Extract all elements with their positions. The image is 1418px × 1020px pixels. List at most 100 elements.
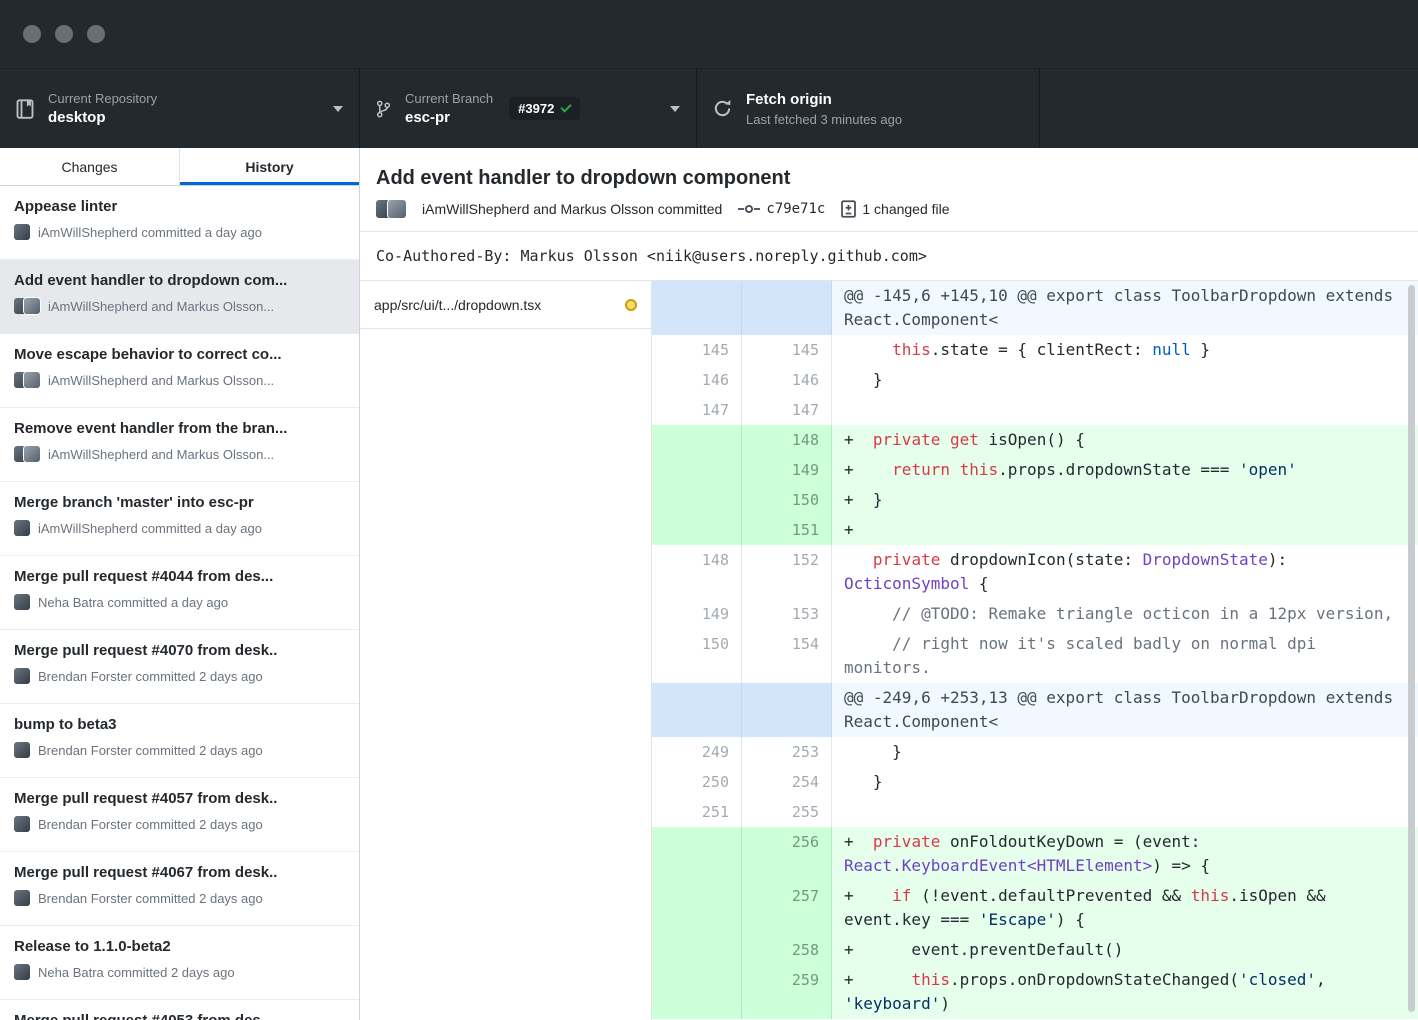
diff-line-row: 149153 // @TODO: Remake triangle octicon… [652, 599, 1418, 629]
diff-code-line: + return this.props.dropdownState === 'o… [832, 455, 1418, 485]
commit-meta-text: iAmWillShepherd committed a day ago [38, 225, 262, 240]
diff-code-line [832, 395, 1418, 425]
new-line-number: 253 [742, 737, 832, 767]
diff-code-line: + [832, 515, 1418, 545]
avatar-stack [14, 298, 40, 314]
commit-summary: Merge branch 'master' into esc-pr [14, 493, 345, 513]
avatar [14, 890, 30, 906]
history-commit-item[interactable]: Remove event handler from the bran...iAm… [0, 408, 359, 482]
new-line-number: 148 [742, 425, 832, 455]
history-commit-item[interactable]: Move escape behavior to correct co...iAm… [0, 334, 359, 408]
commit-meta-text: Brendan Forster committed 2 days ago [38, 817, 263, 832]
old-line-number [652, 827, 742, 881]
history-commit-item[interactable]: Add event handler to dropdown com...iAmW… [0, 260, 359, 334]
old-line-number [652, 935, 742, 965]
history-commit-item[interactable]: Merge branch 'master' into esc-priAmWill… [0, 482, 359, 556]
sidebar: Changes History Appease linteriAmWillShe… [0, 148, 360, 1020]
commit-meta-text: Neha Batra committed a day ago [38, 595, 228, 610]
diff-hunk-row: @@ -249,6 +253,13 @@ export class Toolba… [652, 683, 1418, 737]
history-commit-item[interactable]: Appease linteriAmWillShepherd committed … [0, 186, 359, 260]
avatar [14, 594, 30, 610]
history-commit-item[interactable]: Merge pull request #4044 from des...Neha… [0, 556, 359, 630]
commit-header: Add event handler to dropdown component … [360, 148, 1418, 232]
minimize-button[interactable] [55, 25, 73, 43]
commit-meta-text: iAmWillShepherd and Markus Olsson... [48, 447, 274, 462]
pull-request-badge: #3972 [509, 97, 580, 120]
file-list-item[interactable]: app/src/ui/t.../dropdown.tsx [360, 281, 651, 329]
avatar [14, 742, 30, 758]
commit-meta-text: iAmWillShepherd and Markus Olsson... [48, 299, 274, 314]
avatar-stack [14, 372, 40, 388]
avatar-stack [14, 890, 30, 906]
diff-view: @@ -145,6 +145,10 @@ export class Toolba… [652, 281, 1418, 1020]
tab-history[interactable]: History [179, 148, 359, 185]
diff-hunk-row: @@ -145,6 +145,10 @@ export class Toolba… [652, 281, 1418, 335]
history-commit-item[interactable]: Merge pull request #4070 from desk..Bren… [0, 630, 359, 704]
chevron-down-icon [670, 106, 680, 112]
diff-line-row: 251255 [652, 797, 1418, 827]
diff-code-line: } [832, 737, 1418, 767]
commit-meta-text: Neha Batra committed 2 days ago [38, 965, 235, 980]
history-commit-item[interactable]: Merge pull request #4067 from desk..Bren… [0, 852, 359, 926]
commit-meta: Brendan Forster committed 2 days ago [14, 816, 345, 832]
close-button[interactable] [23, 25, 41, 43]
tab-changes[interactable]: Changes [0, 148, 179, 185]
commit-summary: bump to beta3 [14, 715, 345, 735]
history-commit-item[interactable]: Release to 1.1.0-beta2Neha Batra committ… [0, 926, 359, 1000]
new-line-number: 258 [742, 935, 832, 965]
new-line-number: 152 [742, 545, 832, 599]
commit-meta: Brendan Forster committed 2 days ago [14, 668, 345, 684]
pull-request-number: #3972 [518, 101, 554, 116]
old-line-number: 149 [652, 599, 742, 629]
commit-sha-group: c79e71c [738, 201, 825, 217]
history-commit-item[interactable]: bump to beta3Brendan Forster committed 2… [0, 704, 359, 778]
commit-meta: iAmWillShepherd and Markus Olsson... [14, 446, 345, 462]
diff-code-line: + private onFoldoutKeyDown = (event: Rea… [832, 827, 1418, 881]
zoom-button[interactable] [87, 25, 105, 43]
old-line-number: 251 [652, 797, 742, 827]
diff-code-line: } [832, 365, 1418, 395]
commit-title: Add event handler to dropdown component [376, 165, 1402, 191]
file-path: app/src/ui/t.../dropdown.tsx [374, 297, 541, 313]
commit-authors: iAmWillShepherd and Markus Olsson commit… [422, 201, 722, 217]
diff-code-line: // right now it's scaled badly on normal… [832, 629, 1418, 683]
repository-switcher[interactable]: Current Repository desktop [0, 69, 360, 148]
old-line-number [652, 455, 742, 485]
avatar-stack [14, 446, 40, 462]
avatar [14, 964, 30, 980]
new-line-number [742, 683, 832, 737]
avatar [14, 224, 30, 240]
diff-line-row: 146146 } [652, 365, 1418, 395]
diff-line-row: 149+ return this.props.dropdownState ===… [652, 455, 1418, 485]
old-line-number: 146 [652, 365, 742, 395]
avatar [24, 298, 40, 314]
old-line-number [652, 485, 742, 515]
diff-line-row: 257+ if (!event.defaultPrevented && this… [652, 881, 1418, 935]
commit-meta: Brendan Forster committed 2 days ago [14, 890, 345, 906]
old-line-number: 250 [652, 767, 742, 797]
diff-scrollbar[interactable] [1408, 285, 1415, 1012]
diff-line-row: 148+ private get isOpen() { [652, 425, 1418, 455]
fetch-origin-button[interactable]: Fetch origin Last fetched 3 minutes ago [697, 69, 1040, 148]
history-commit-item[interactable]: Merge pull request #4053 from des...Bren… [0, 1000, 359, 1020]
old-line-number [652, 515, 742, 545]
diff-area: app/src/ui/t.../dropdown.tsx @@ -145,6 +… [360, 281, 1418, 1020]
diff-code-line: @@ -249,6 +253,13 @@ export class Toolba… [832, 683, 1418, 737]
avatar-stack [14, 224, 30, 240]
diff-line-row: 249253 } [652, 737, 1418, 767]
new-line-number: 149 [742, 455, 832, 485]
commit-meta: iAmWillShepherd and Markus Olsson... [14, 298, 345, 314]
new-line-number: 153 [742, 599, 832, 629]
commit-meta-text: iAmWillShepherd and Markus Olsson... [48, 373, 274, 388]
new-line-number: 145 [742, 335, 832, 365]
history-commit-item[interactable]: Merge pull request #4057 from desk..Bren… [0, 778, 359, 852]
github-desktop-window: Current Repository desktop Current Branc… [0, 0, 1418, 1020]
avatar-stack [14, 964, 30, 980]
branch-switcher[interactable]: Current Branch esc-pr #3972 [360, 69, 697, 148]
diff-line-row: 259+ this.props.onDropdownStateChanged('… [652, 965, 1418, 1019]
new-line-number: 146 [742, 365, 832, 395]
branch-name: esc-pr [405, 108, 493, 128]
diff-code-line: // @TODO: Remake triangle octicon in a 1… [832, 599, 1418, 629]
sync-icon [713, 99, 732, 118]
old-line-number [652, 683, 742, 737]
